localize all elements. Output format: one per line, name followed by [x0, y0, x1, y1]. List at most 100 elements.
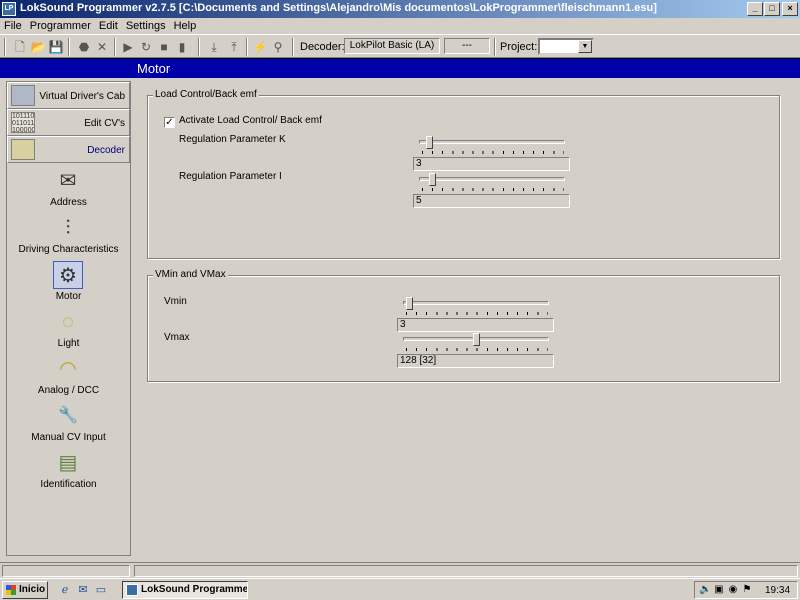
param-k-value: 3	[413, 157, 570, 171]
tab-virtual-drivers-cab[interactable]: Virtual Driver's Cab	[7, 82, 130, 109]
tab-label: Virtual Driver's Cab	[39, 91, 125, 102]
close-button[interactable]: ×	[782, 2, 798, 16]
wrench-icon: 🔧	[58, 407, 78, 424]
tab-decoder[interactable]: Decoder	[7, 136, 130, 163]
menu-help[interactable]: Help	[170, 18, 201, 32]
tool-label: Address	[50, 197, 87, 208]
toolbar-grip	[4, 38, 6, 56]
vmax-slider[interactable]	[403, 333, 551, 353]
connect-icon[interactable]: ⚡	[252, 39, 268, 55]
status-panel	[2, 565, 130, 577]
tool-manual-cv-input[interactable]: 🔧 Manual CV Input	[7, 402, 130, 449]
reset-icon[interactable]: ↻	[138, 39, 154, 55]
chevron-down-icon[interactable]: ▼	[578, 40, 592, 53]
menu-settings[interactable]: Settings	[122, 18, 170, 32]
param-k-slider[interactable]	[419, 136, 567, 156]
vmin-slider[interactable]	[403, 297, 551, 317]
vmin-label: Vmin	[164, 296, 187, 307]
slider-ticks	[406, 348, 548, 351]
open-folder-icon[interactable]: 📂	[30, 39, 46, 55]
param-i-slider[interactable]	[419, 173, 567, 193]
decoder-label: Decoder:	[300, 41, 345, 53]
stop-icon[interactable]: ■	[156, 39, 172, 55]
slider-thumb[interactable]	[406, 297, 413, 310]
sliders-icon: ⫶	[65, 217, 71, 239]
group-title: Load Control/Back emf	[153, 89, 259, 100]
decoder-type-field: LokPilot Basic (LA)	[344, 38, 440, 54]
maximize-button[interactable]: □	[764, 2, 780, 16]
record-icon[interactable]: ▮	[174, 39, 190, 55]
project-select[interactable]: ▼	[538, 38, 594, 55]
tool-label: Manual CV Input	[31, 432, 106, 443]
desktop-icon[interactable]: ▭	[94, 583, 108, 597]
new-file-icon[interactable]: 🗋	[12, 39, 28, 55]
toolbar-separator	[68, 38, 70, 56]
tab-edit-cvs[interactable]: 101110 011011 100000 111010 Edit CV's	[7, 109, 130, 136]
vmax-value: 128 [32]	[397, 354, 554, 368]
tool-identification[interactable]: ▤ Identification	[7, 449, 130, 496]
tool-label: Driving Characteristics	[18, 244, 119, 255]
slider-track	[419, 140, 565, 144]
slider-ticks	[422, 151, 564, 154]
decoder-extra-field: ---	[444, 38, 490, 54]
param-i-label: Regulation Parameter I	[179, 171, 282, 182]
title-bar[interactable]: LP LokSound Programmer v2.7.5 [C:\Docume…	[0, 0, 800, 18]
taskbar: Inicio ℯ ✉ ▭ LokSound Programme... 🔈 ▣ ◉…	[0, 578, 800, 600]
start-label: Inicio	[19, 584, 46, 595]
checkbox-box[interactable]: ✓	[164, 117, 175, 128]
write-decoder-icon[interactable]: ⤒	[226, 39, 242, 55]
tool-address[interactable]: ✉ Address	[7, 167, 130, 214]
connection-icon[interactable]: ⚑	[741, 584, 753, 596]
vmin-value: 3	[397, 318, 554, 332]
bulb-icon: ◌	[62, 311, 74, 333]
slider-thumb[interactable]	[426, 136, 433, 149]
stop-octagon-icon[interactable]: ⬣	[76, 39, 92, 55]
read-decoder-icon[interactable]: ⤓	[206, 39, 222, 55]
search-decoder-icon[interactable]: ⚲	[270, 39, 286, 55]
checkbox-label: Activate Load Control/ Back emf	[179, 115, 322, 126]
toolbar-separator	[246, 38, 248, 56]
window-title: LokSound Programmer v2.7.5 [C:\Documents…	[20, 2, 657, 14]
network-icon[interactable]: ▣	[713, 584, 725, 596]
clock: 19:34	[765, 585, 791, 596]
play-icon[interactable]: ▶	[120, 39, 136, 55]
train-icon	[11, 85, 35, 106]
envelope-icon: ✉	[59, 170, 77, 192]
menu-programmer[interactable]: Programmer	[26, 18, 95, 32]
slider-track	[403, 301, 549, 305]
sidebar: Virtual Driver's Cab 101110 011011 10000…	[6, 81, 131, 556]
taskbar-window-button[interactable]: LokSound Programme...	[122, 581, 248, 599]
tool-driving-characteristics[interactable]: ⫶ Driving Characteristics	[7, 214, 130, 261]
mail-icon[interactable]: ✉	[76, 583, 90, 597]
minimize-button[interactable]: _	[747, 2, 763, 16]
vmin-vmax-group: VMin and VMax Vmin 3 Vmax 128 [32]	[147, 269, 780, 382]
tool-analog-dcc[interactable]: ◠ Analog / DCC	[7, 355, 130, 402]
slider-thumb[interactable]	[429, 173, 436, 186]
slider-thumb[interactable]	[473, 333, 480, 346]
toolbar-separator	[114, 38, 116, 56]
project-label: Project:	[500, 41, 538, 53]
windows-logo-icon	[6, 585, 16, 595]
menu-file[interactable]: File	[0, 18, 26, 32]
menu-bar: File Programmer Edit Settings Help	[0, 18, 800, 34]
tool-list: ✉ Address ⫶ Driving Characteristics ⚙ Mo…	[7, 163, 130, 555]
group-title: VMin and VMax	[153, 269, 228, 280]
tool-motor[interactable]: ⚙ Motor	[7, 261, 130, 308]
volume-icon[interactable]: 🔈	[699, 584, 711, 596]
tab-label: Decoder	[87, 145, 125, 156]
app-icon: LP	[2, 2, 16, 16]
gauge-icon: ◠	[59, 358, 77, 380]
cancel-x-icon[interactable]: ✕	[94, 39, 110, 55]
tab-label: Edit CV's	[84, 118, 125, 129]
activate-load-control-checkbox[interactable]: ✓ Activate Load Control/ Back emf	[164, 115, 322, 128]
save-icon[interactable]: 💾	[48, 39, 64, 55]
slider-track	[419, 177, 565, 181]
system-tray: 🔈 ▣ ◉ ⚑ 19:34	[694, 581, 798, 599]
antivirus-icon[interactable]: ◉	[727, 584, 739, 596]
vmax-label: Vmax	[164, 332, 190, 343]
tool-light[interactable]: ◌ Light	[7, 308, 130, 355]
tool-label: Motor	[55, 291, 82, 302]
ie-browser-icon[interactable]: ℯ	[58, 583, 72, 597]
start-button[interactable]: Inicio	[2, 581, 48, 599]
menu-edit[interactable]: Edit	[95, 18, 122, 32]
